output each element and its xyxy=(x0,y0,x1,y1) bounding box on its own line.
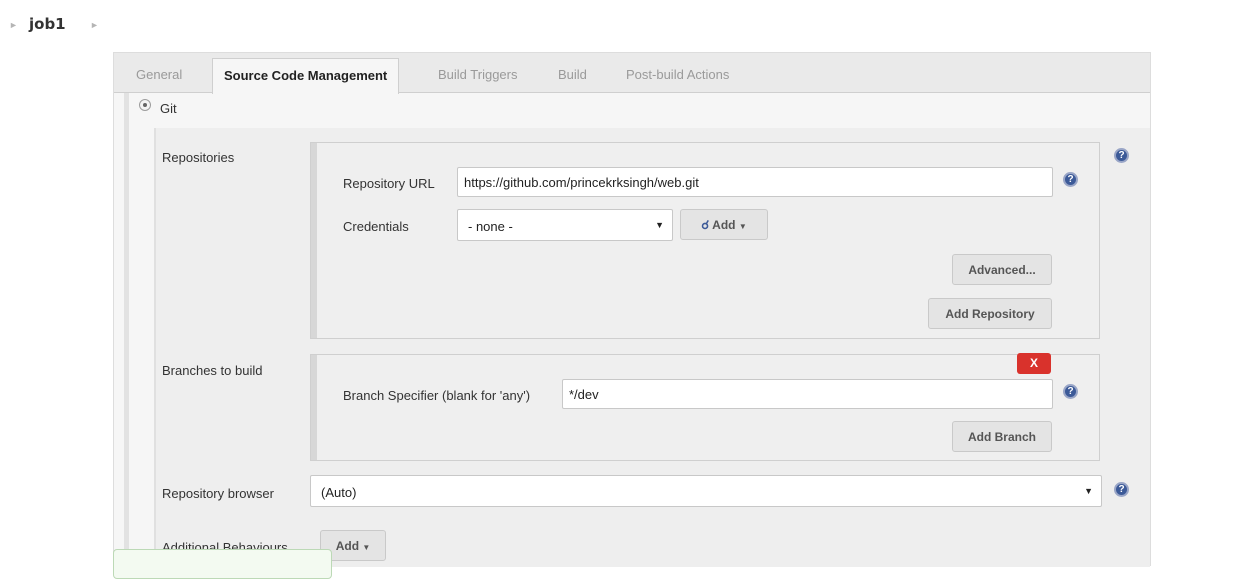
tab-build[interactable]: Build xyxy=(558,67,587,82)
credentials-select[interactable]: - none - ▼ xyxy=(457,209,673,241)
repository-url-input[interactable]: https://github.com/princekrksingh/web.gi… xyxy=(457,167,1053,197)
chevron-right-icon[interactable]: ► xyxy=(90,20,99,30)
add-credentials-button[interactable]: ☌ Add ▼ xyxy=(680,209,768,240)
breadcrumb: ► job1 ► xyxy=(0,0,1255,50)
tab-source-code-management[interactable]: Source Code Management xyxy=(212,58,400,94)
tab-build-triggers[interactable]: Build Triggers xyxy=(438,67,517,82)
add-branch-button[interactable]: Add Branch xyxy=(952,421,1052,452)
tab-post-build-actions[interactable]: Post-build Actions xyxy=(626,67,729,82)
chevron-right-icon: ► xyxy=(9,20,18,30)
help-icon[interactable]: ? xyxy=(1114,482,1129,497)
branch-specifier-label: Branch Specifier (blank for 'any') xyxy=(343,388,531,403)
git-label: Git xyxy=(160,101,177,116)
dropdown-caret-icon: ▼ xyxy=(655,220,664,230)
add-repository-button[interactable]: Add Repository xyxy=(928,298,1052,329)
repository-browser-select[interactable]: (Auto) ▼ xyxy=(310,475,1102,507)
notification-toast xyxy=(113,549,332,579)
help-icon[interactable]: ? xyxy=(1114,148,1129,163)
repository-url-label: Repository URL xyxy=(343,176,435,191)
credentials-label: Credentials xyxy=(343,219,409,234)
chevron-down-icon: ▼ xyxy=(738,222,747,231)
repository-browser-label: Repository browser xyxy=(162,486,274,501)
key-icon: ☌ xyxy=(701,218,710,232)
delete-branch-button[interactable]: X xyxy=(1017,353,1051,374)
help-icon[interactable]: ? xyxy=(1063,384,1078,399)
chevron-down-icon: ▼ xyxy=(362,543,371,552)
git-radio[interactable] xyxy=(139,99,151,111)
advanced-button[interactable]: Advanced... xyxy=(952,254,1052,285)
branch-specifier-input[interactable]: */dev xyxy=(562,379,1053,409)
breadcrumb-job[interactable]: job1 xyxy=(29,15,66,33)
tab-general[interactable]: General xyxy=(136,67,182,82)
repositories-label: Repositories xyxy=(162,150,235,165)
git-options-panel: Repositories Repository URL https://gith… xyxy=(154,128,1150,567)
dropdown-caret-icon: ▼ xyxy=(1084,486,1093,496)
branches-label: Branches to build xyxy=(162,363,263,378)
branch-block: X Branch Specifier (blank for 'any') */d… xyxy=(310,353,1100,461)
scm-section-bar xyxy=(124,93,129,567)
help-icon[interactable]: ? xyxy=(1063,172,1078,187)
job-config-panel: General Source Code Management Build Tri… xyxy=(113,52,1151,567)
repository-block: Repository URL https://github.com/prince… xyxy=(310,142,1100,339)
tab-bar: General Source Code Management Build Tri… xyxy=(114,53,1150,94)
